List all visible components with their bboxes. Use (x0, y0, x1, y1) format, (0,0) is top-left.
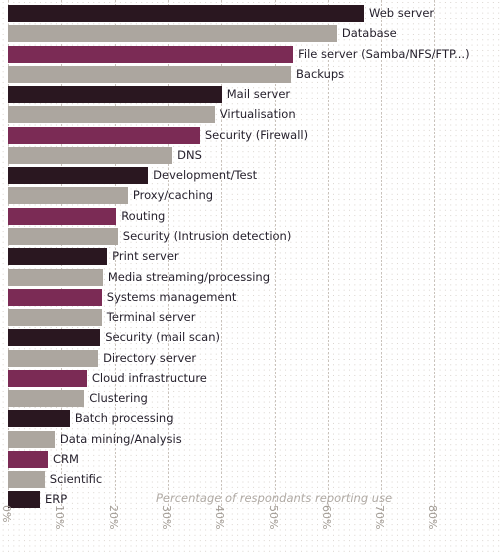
bar (8, 167, 149, 185)
bar-row: Security (Firewall) (0, 126, 500, 144)
bar (8, 309, 102, 327)
x-tick-label: 80% (426, 505, 440, 530)
x-tick-label: 10% (53, 505, 67, 530)
x-tick-label: 50% (266, 505, 280, 530)
bar-label: Media streaming/processing (107, 269, 270, 284)
bar (8, 65, 292, 83)
bar-chart: Web server Database File server (Samba/NFS… (0, 0, 500, 552)
bar-label: Data mining/Analysis (59, 431, 182, 446)
bar-row: Print server (0, 248, 500, 266)
bar (8, 5, 365, 22)
bar-row: Batch processing (0, 410, 500, 428)
bar (8, 248, 108, 266)
bar (8, 369, 87, 387)
bar (8, 126, 200, 144)
plot-area: Web server Database File server (Samba/NFS… (0, 0, 500, 524)
bar-label: Virtualisation (219, 107, 296, 122)
bar-row: Media streaming/processing (0, 268, 500, 286)
bar-label: Proxy/caching (132, 188, 214, 203)
bar-row: Routing (0, 207, 500, 225)
bar-label: Routing (121, 208, 166, 223)
x-tick-label: 40% (213, 505, 227, 530)
bar (8, 86, 222, 104)
bar-label: Web server (369, 6, 435, 20)
bar-row: CRM (0, 450, 500, 468)
bar-label: Terminal server (106, 310, 196, 325)
bar (8, 106, 215, 124)
x-tick-label: 20% (106, 505, 120, 530)
bar-label: Batch processing (74, 411, 174, 426)
bar-row: Proxy/caching (0, 187, 500, 205)
bar-label: Database (341, 26, 397, 41)
bar (8, 349, 99, 367)
bar-label: Print server (112, 249, 179, 264)
bar-row: Clustering (0, 390, 500, 408)
bar-row: Virtualisation (0, 106, 500, 124)
bar (8, 207, 117, 225)
bar-label: Backups (296, 66, 345, 81)
bar-row: Data mining/Analysis (0, 430, 500, 448)
bar-row: Scientific (0, 471, 500, 489)
bar (8, 187, 128, 205)
bar-row: Database (0, 25, 500, 43)
bar-row: Web server (0, 5, 500, 22)
bar-row: Mail server (0, 86, 500, 104)
bar-label: Development/Test (153, 168, 258, 183)
bar-label: File server (Samba/NFS/FTP...) (298, 46, 470, 61)
bar (8, 430, 55, 448)
bar-row: Security (Intrusion detection) (0, 227, 500, 245)
x-tick-label: 60% (319, 505, 333, 530)
bar-label: Systems management (106, 289, 237, 304)
bar-row: File server (Samba/NFS/FTP...) (0, 45, 500, 63)
bar (8, 450, 48, 468)
bar-row: Terminal server (0, 309, 500, 327)
bar (8, 146, 173, 164)
bar-label: Scientific (49, 472, 103, 487)
x-tick-label: 70% (373, 505, 387, 530)
bar (8, 45, 294, 63)
bar (8, 410, 70, 428)
axis-note: Percentage of respondants reporting use (156, 491, 393, 505)
x-tick-label: 0% (0, 505, 13, 523)
bar-row: DNS (0, 146, 500, 164)
bar-label: Security (mail scan) (105, 330, 221, 345)
bar (8, 288, 102, 306)
bar (8, 25, 337, 43)
bar-label: DNS (177, 147, 202, 162)
bar-label: Cloud infrastructure (91, 370, 207, 385)
bar (8, 268, 103, 286)
bar-row: Systems management (0, 288, 500, 306)
x-axis: 0% 10% 20% 30% 40% 50% 60% 70% 80% (0, 505, 500, 552)
x-tick-label: 30% (159, 505, 173, 530)
bar (8, 390, 85, 408)
bar-label: Clustering (89, 391, 148, 406)
bar (8, 329, 101, 347)
bar-row: Security (mail scan) (0, 329, 500, 347)
bar-row: Backups (0, 65, 500, 83)
bar (8, 227, 118, 245)
bar-label: Directory server (103, 350, 197, 365)
bar-row: Development/Test (0, 167, 500, 185)
bar-label: Security (Firewall) (204, 127, 309, 142)
bar-label: CRM (52, 451, 79, 466)
bar (8, 471, 45, 489)
bar-label: Mail server (226, 87, 291, 102)
bar-label: Security (Intrusion detection) (122, 228, 292, 243)
bar-row: Directory server (0, 349, 500, 367)
bar-row: Cloud infrastructure (0, 369, 500, 387)
